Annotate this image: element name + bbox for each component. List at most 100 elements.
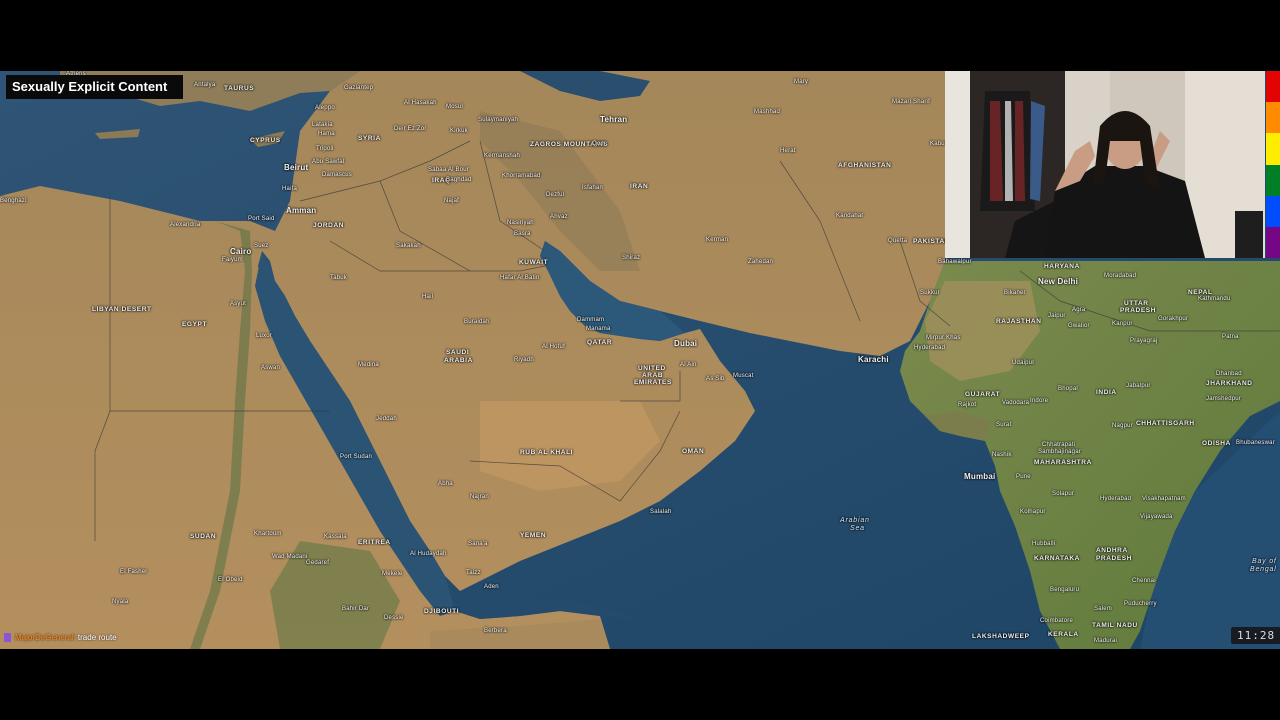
map-label-jharkhand: JHARKHAND bbox=[1206, 380, 1253, 387]
map-label-nepal: NEPAL bbox=[1188, 289, 1213, 296]
map-label-bengaluru: Bengaluru bbox=[1050, 587, 1080, 593]
map-label-aden: Aden bbox=[484, 584, 499, 590]
map-label-hail: Hail bbox=[422, 294, 434, 300]
map-label-newdelhi: New Delhi bbox=[1038, 277, 1079, 286]
map-label-madurai: Madurai bbox=[1094, 638, 1118, 644]
map-label-rajasthan: RAJASTHAN bbox=[996, 318, 1042, 325]
map-label-beirut: Beirut bbox=[284, 163, 309, 172]
map-label-alain: Al Ain bbox=[680, 362, 697, 368]
map-label-benghazi: Benghazi bbox=[0, 198, 27, 204]
map-label-dhanbad: Dhanbad bbox=[1216, 371, 1242, 377]
map-label-uae2: ARAB bbox=[642, 372, 664, 379]
map-label-chhatrapati2: Sambhajinagar bbox=[1038, 449, 1081, 455]
map-label-gwalior: Gwalior bbox=[1068, 323, 1090, 329]
map-label-cairo: Cairo bbox=[230, 247, 252, 256]
map-label-buraidah: Buraidah bbox=[464, 319, 490, 325]
map-label-sudan: SUDAN bbox=[190, 533, 217, 540]
map-label-puducherry: Puducherry bbox=[1124, 601, 1157, 607]
map-label-kuwait: KUWAIT bbox=[519, 259, 549, 266]
map-label-haifa: Haifa bbox=[282, 186, 298, 192]
chat-username[interactable]: MajorDeGeneral: bbox=[15, 633, 76, 642]
map-label-andhra2: PRADESH bbox=[1096, 555, 1132, 562]
map-label-bikaner: Bikaner bbox=[1004, 290, 1026, 296]
map-label-arabian2: Sea bbox=[850, 525, 865, 532]
map-label-uttar1: UTTAR bbox=[1124, 300, 1149, 307]
map-label-salem: Salem bbox=[1094, 606, 1113, 612]
map-label-riyadh: Riyadh bbox=[514, 357, 534, 363]
map-label-bhubaneswar: Bhubaneswar bbox=[1236, 440, 1275, 446]
map-label-hama: Hama bbox=[318, 131, 335, 137]
map-label-andhra1: ANDHRA bbox=[1096, 547, 1128, 554]
map-label-udaipur: Udaipur bbox=[1012, 360, 1035, 366]
chat-message: MajorDeGeneral: trade route bbox=[4, 633, 117, 642]
map-label-oman: OMAN bbox=[682, 448, 705, 455]
map-label-kabul: Kabul bbox=[930, 141, 947, 147]
map-label-alhudaydah: Al Hudaydah bbox=[410, 551, 447, 557]
map-label-karachi: Karachi bbox=[858, 355, 889, 364]
streamer-webcam-image bbox=[945, 71, 1265, 258]
flag-stripe bbox=[1266, 102, 1280, 134]
map-label-india: INDIA bbox=[1096, 389, 1117, 396]
map-stage[interactable]: SYRIA IRAQ IRAN AFGHANISTAN PAKISTAN JORDAN EG… bbox=[0, 71, 1280, 649]
map-label-nasiriyah: Nasiriyah bbox=[507, 220, 534, 226]
map-label-arabian1: Arabian bbox=[840, 517, 870, 524]
stream-clock: 11:28 bbox=[1231, 627, 1280, 644]
map-label-bay2: Bengal bbox=[1250, 566, 1277, 573]
map-label-dammam: Dammam bbox=[577, 317, 605, 323]
flag-stripe bbox=[1266, 71, 1280, 103]
map-label-kirkuk: Kirkuk bbox=[450, 128, 468, 134]
map-label-nagpur: Nagpur bbox=[1112, 423, 1133, 429]
map-label-bay1: Bay of bbox=[1252, 558, 1277, 565]
pride-flag-strip bbox=[1266, 71, 1280, 259]
map-label-shiraz: Shiraz bbox=[622, 255, 641, 261]
map-label-jamshedpur: Jamshedpur bbox=[1206, 396, 1242, 402]
map-label-abha: Abha bbox=[438, 481, 453, 487]
map-label-mary: Mary bbox=[794, 79, 809, 85]
map-label-taizz: Taizz bbox=[466, 570, 481, 576]
map-label-nashik: Nashik bbox=[992, 452, 1012, 458]
map-label-kandahar: Kandahar bbox=[836, 213, 864, 219]
subscriber-badge-icon bbox=[4, 633, 11, 642]
map-label-kassala: Kassala bbox=[324, 534, 347, 540]
map-label-kermanshah: Kermanshah bbox=[484, 153, 521, 159]
map-label-herat: Herat bbox=[780, 148, 796, 154]
map-label-portsudan: Port Sudan bbox=[340, 454, 373, 460]
map-label-alhofuf: Al Hofuf bbox=[542, 344, 565, 350]
map-label-bahawalpur: Bahawalpur bbox=[938, 259, 972, 265]
map-label-asyut: Asyut bbox=[230, 301, 247, 307]
map-label-tamil: TAMIL NADU bbox=[1092, 622, 1138, 629]
map-label-assib: As Sib bbox=[706, 376, 725, 382]
map-label-chhatrapati1: Chhatrapati bbox=[1042, 442, 1076, 448]
map-label-tripoli: Tripoli bbox=[316, 146, 334, 152]
map-label-ahvaz: Ahvaz bbox=[550, 214, 568, 220]
map-label-basra: Basra bbox=[514, 231, 531, 237]
map-label-mazar: Mazari Sharif bbox=[892, 99, 930, 105]
map-label-pune: Pune bbox=[1016, 474, 1031, 480]
map-label-saudi2: ARABIA bbox=[444, 357, 473, 364]
map-label-solapur: Solapur bbox=[1052, 491, 1075, 497]
map-label-amman: Amman bbox=[286, 206, 317, 215]
map-label-iran: IRAN bbox=[630, 183, 649, 190]
map-label-manama: Manama bbox=[586, 326, 611, 332]
map-label-baghdad: Baghdad bbox=[446, 177, 472, 183]
map-label-gorakhpur: Gorakhpur bbox=[1158, 316, 1189, 322]
map-label-sakakah: Sakakah bbox=[396, 243, 421, 249]
map-label-najran: Najran bbox=[470, 494, 489, 500]
map-label-cyprus: CYPRUS bbox=[250, 137, 281, 144]
map-label-kerala: KERALA bbox=[1048, 631, 1079, 638]
map-label-moradabad: Moradabad bbox=[1104, 273, 1137, 279]
map-label-taurus: TAURUS bbox=[224, 85, 255, 92]
map-label-nyala: Nyala bbox=[112, 599, 129, 605]
map-label-uttar2: PRADESH bbox=[1120, 307, 1156, 314]
map-label-bahirdar: Bahir Dar bbox=[342, 606, 370, 612]
map-label-khartoum: Khartoum bbox=[254, 531, 282, 537]
map-label-berbera: Berbera bbox=[484, 628, 507, 634]
map-label-portsaid: Port Said bbox=[248, 216, 275, 222]
map-label-vadodara: Vadodara bbox=[1002, 400, 1030, 406]
map-label-afghanistan: AFGHANISTAN bbox=[838, 162, 892, 169]
chat-text: trade route bbox=[77, 633, 117, 642]
map-label-jeddah: Jeddah bbox=[376, 416, 397, 422]
map-label-agra: Agra bbox=[1072, 307, 1086, 313]
webcam-overlay bbox=[945, 71, 1265, 258]
map-label-luxor: Luxor bbox=[256, 333, 273, 339]
